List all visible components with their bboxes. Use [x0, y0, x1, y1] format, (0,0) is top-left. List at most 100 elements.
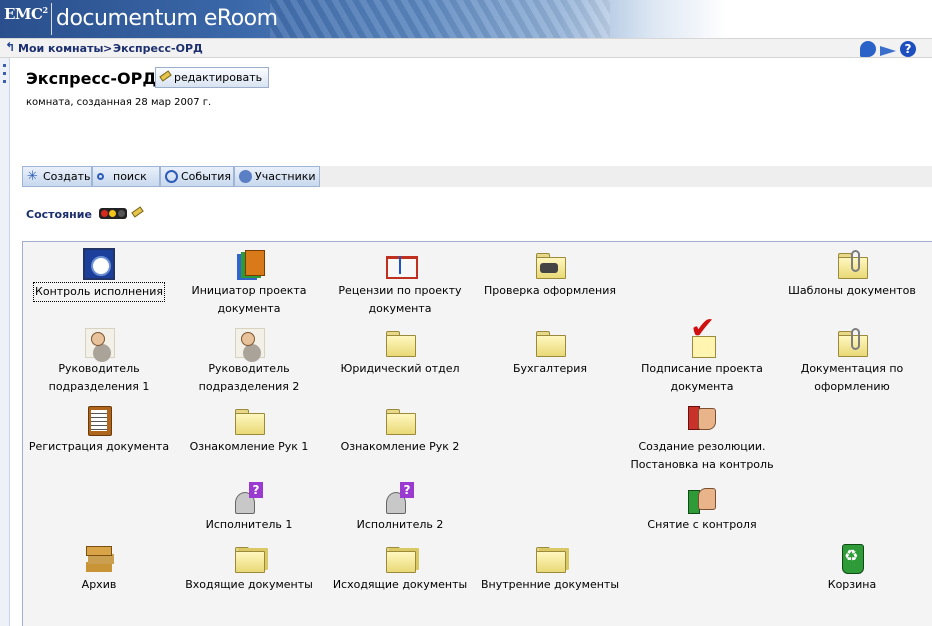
banner-divider [51, 3, 52, 35]
item-label-line2: документа [217, 302, 281, 315]
chat-icon[interactable] [860, 41, 876, 57]
item-resolution[interactable]: Создание резолюции. Постановка на контро… [627, 404, 777, 474]
create-icon: ✳ [27, 169, 38, 184]
item-label: Архив [81, 578, 117, 591]
item-templates[interactable]: Шаблоны документов [777, 248, 927, 300]
events-icon [165, 170, 178, 183]
item-head-2[interactable]: Руководитель подразделения 2 [174, 326, 324, 396]
up-arrow-icon[interactable]: ↰ [5, 40, 15, 54]
item-executor-2[interactable]: Исполнитель 2 [325, 482, 475, 534]
edit-room-label: редактировать [174, 71, 263, 84]
notebook-icon [384, 248, 418, 280]
folder-icon [233, 404, 265, 436]
item-label-line2: подразделения 2 [198, 380, 300, 393]
item-label-line2: документа [368, 302, 432, 315]
item-label: Создание резолюции. [638, 440, 766, 453]
item-label: Проверка оформления [484, 284, 616, 297]
left-side-strip[interactable] [0, 58, 10, 626]
item-accounting[interactable]: Бухгалтерия [475, 326, 625, 378]
item-label: Шаблоны документов [788, 284, 916, 297]
folder-clip-icon [836, 248, 868, 280]
item-label-line2: оформлению [814, 380, 890, 393]
banner-map-graphic [270, 0, 610, 38]
item-recycle-bin[interactable]: Корзина [777, 542, 927, 594]
item-label-line2: документа [670, 380, 734, 393]
item-label: Корзина [827, 578, 877, 591]
command-bar: ✳ Создать поиск События Участники [22, 166, 932, 187]
thumbs-down-icon [686, 404, 718, 436]
search-button[interactable]: поиск [92, 166, 160, 187]
members-label: Участники [255, 170, 316, 183]
help-icon[interactable]: ? [900, 41, 916, 57]
folder-icon [534, 326, 566, 358]
folder-stack-icon [534, 542, 566, 574]
item-label: Ознакомление Рук 1 [189, 440, 309, 453]
breadcrumb-separator: > [103, 42, 113, 55]
folder-stack-icon [384, 542, 416, 574]
item-label-line2: Постановка на контроль [630, 458, 774, 471]
clipboard-icon [83, 404, 115, 436]
item-documentation[interactable]: Документация по оформлению [777, 326, 927, 396]
item-label: Руководитель [208, 362, 290, 375]
members-button[interactable]: Участники [234, 166, 320, 187]
item-label: Входящие документы [185, 578, 313, 591]
item-label: Документация по [800, 362, 904, 375]
item-label: Инициатор проекта [191, 284, 307, 297]
app-banner: EMC2 documentum eRoom [0, 0, 932, 38]
item-internal[interactable]: Внутренние документы [475, 542, 625, 594]
folder-icon [384, 404, 416, 436]
events-label: События [181, 170, 232, 183]
status-label: Состояние [26, 208, 92, 221]
item-reviews[interactable]: Рецензии по проекту документа [325, 248, 475, 318]
user-question-icon [233, 482, 265, 514]
item-check-format[interactable]: Проверка оформления [475, 248, 625, 300]
recycle-bin-icon [836, 542, 868, 574]
files-icon [233, 248, 265, 280]
calendar-clock-icon [83, 248, 115, 280]
person-icon [83, 326, 115, 358]
folder-icon [384, 326, 416, 358]
item-label: Исходящие документы [332, 578, 468, 591]
item-outgoing[interactable]: Исходящие документы [325, 542, 475, 594]
item-legal[interactable]: Юридический отдел [325, 326, 475, 378]
item-review-head-2[interactable]: Ознакомление Рук 2 [325, 404, 475, 456]
create-label: Создать [43, 170, 91, 183]
item-review-head-1[interactable]: Ознакомление Рук 1 [174, 404, 324, 456]
status-edit-pencil-icon[interactable] [131, 206, 144, 218]
room-created-date: комната, созданная 28 мар 2007 г. [26, 97, 212, 108]
traffic-light-icon[interactable] [99, 208, 127, 219]
folder-phone-icon [534, 248, 566, 280]
product-name: documentum eRoom [56, 6, 278, 31]
send-icon[interactable] [880, 41, 896, 57]
item-label: Руководитель [58, 362, 140, 375]
item-signing[interactable]: Подписание проекта документа [627, 320, 777, 396]
item-label: Исполнитель 2 [356, 518, 444, 531]
item-archive[interactable]: Архив [24, 542, 174, 594]
item-remove-control[interactable]: Снятие с контроля [627, 482, 777, 534]
item-label: Внутренние документы [480, 578, 620, 591]
folder-stack-icon [233, 542, 265, 574]
members-icon [239, 170, 252, 183]
item-executor-1[interactable]: Исполнитель 1 [174, 482, 324, 534]
item-registration[interactable]: Регистрация документа [24, 404, 174, 456]
page-title: Экспресс-ОРД [26, 69, 157, 88]
person-icon [233, 326, 265, 358]
breadcrumb-my-rooms[interactable]: Мои комнаты [18, 42, 103, 55]
edit-room-button[interactable]: редактировать [155, 67, 270, 88]
search-label: поиск [113, 170, 147, 183]
item-label: Снятие с контроля [647, 518, 757, 531]
toolbar-icons: ? [860, 41, 916, 57]
item-initiator[interactable]: Инициатор проекта документа [174, 248, 324, 318]
user-question-icon [384, 482, 416, 514]
events-button[interactable]: События [160, 166, 234, 187]
breadcrumb: ↰ Мои комнаты > Экспресс-ОРД ? [0, 38, 932, 58]
search-icon [97, 173, 104, 180]
create-button[interactable]: ✳ Создать [22, 166, 92, 187]
item-incoming[interactable]: Входящие документы [174, 542, 324, 594]
item-label: Юридический отдел [340, 362, 460, 375]
thumbs-up-icon [686, 482, 718, 514]
item-control[interactable]: Контроль исполнения [24, 248, 174, 302]
item-head-1[interactable]: Руководитель подразделения 1 [24, 326, 174, 396]
item-label: Регистрация документа [28, 440, 170, 453]
pencil-icon [159, 70, 172, 82]
